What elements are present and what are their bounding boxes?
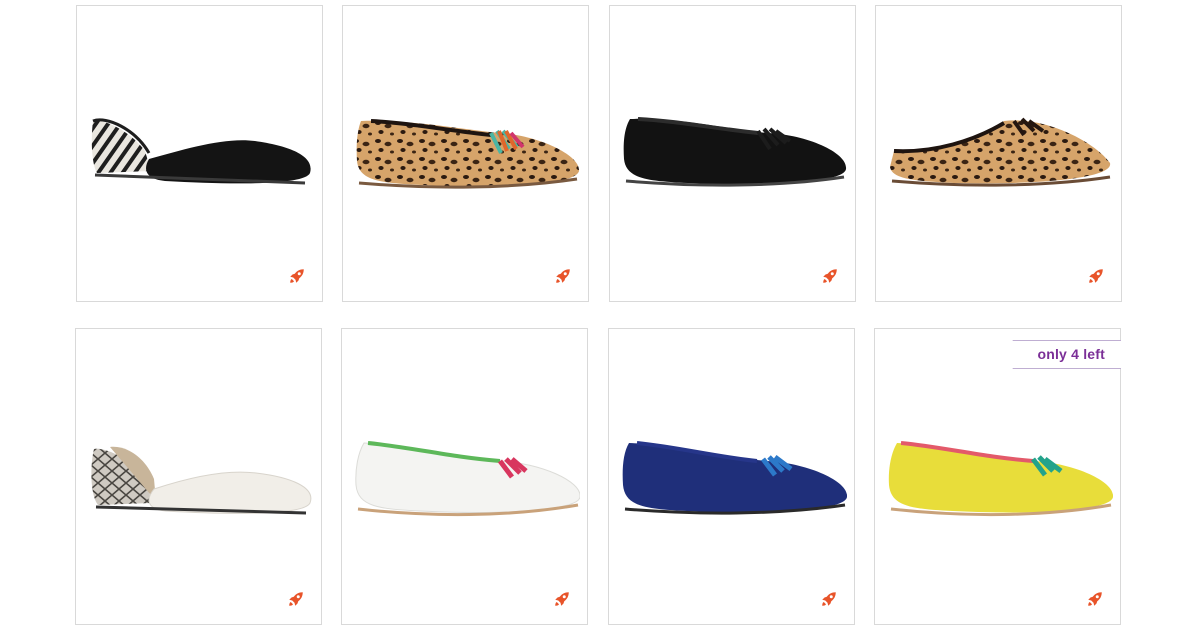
product-card-2[interactable] (342, 5, 589, 302)
rocket-icon (821, 267, 839, 285)
rocket-icon (553, 590, 571, 608)
rocket-icon (287, 590, 305, 608)
rocket-icon (1086, 590, 1104, 608)
shoe-image-yellow-pink-tassel-loafer (888, 441, 1113, 517)
shoe-image-leopard-tassel-mule (890, 117, 1111, 187)
rocket-icon (820, 590, 838, 608)
shoe-image-white-snake-dorsay (91, 446, 312, 515)
shoe-image-navy-tassel-loafer (622, 441, 847, 515)
product-card-6[interactable] (341, 328, 588, 625)
product-card-4[interactable] (875, 5, 1122, 302)
product-card-1[interactable] (76, 5, 323, 302)
shoe-image-white-green-tassel-loafer (355, 441, 580, 517)
product-card-8[interactable]: only 4 left (874, 328, 1121, 625)
product-card-3[interactable] (609, 5, 856, 302)
product-card-5[interactable] (75, 328, 322, 625)
stock-badge: only 4 left (1012, 340, 1121, 369)
product-card-7[interactable] (608, 328, 855, 625)
rocket-icon (1087, 267, 1105, 285)
shoe-image-leopard-tassel-loafer (356, 119, 580, 189)
shoe-image-black-zebra-dorsay (91, 118, 311, 185)
rocket-icon (554, 267, 572, 285)
shoe-image-black-tassel-loafer (623, 117, 847, 187)
rocket-icon (288, 267, 306, 285)
